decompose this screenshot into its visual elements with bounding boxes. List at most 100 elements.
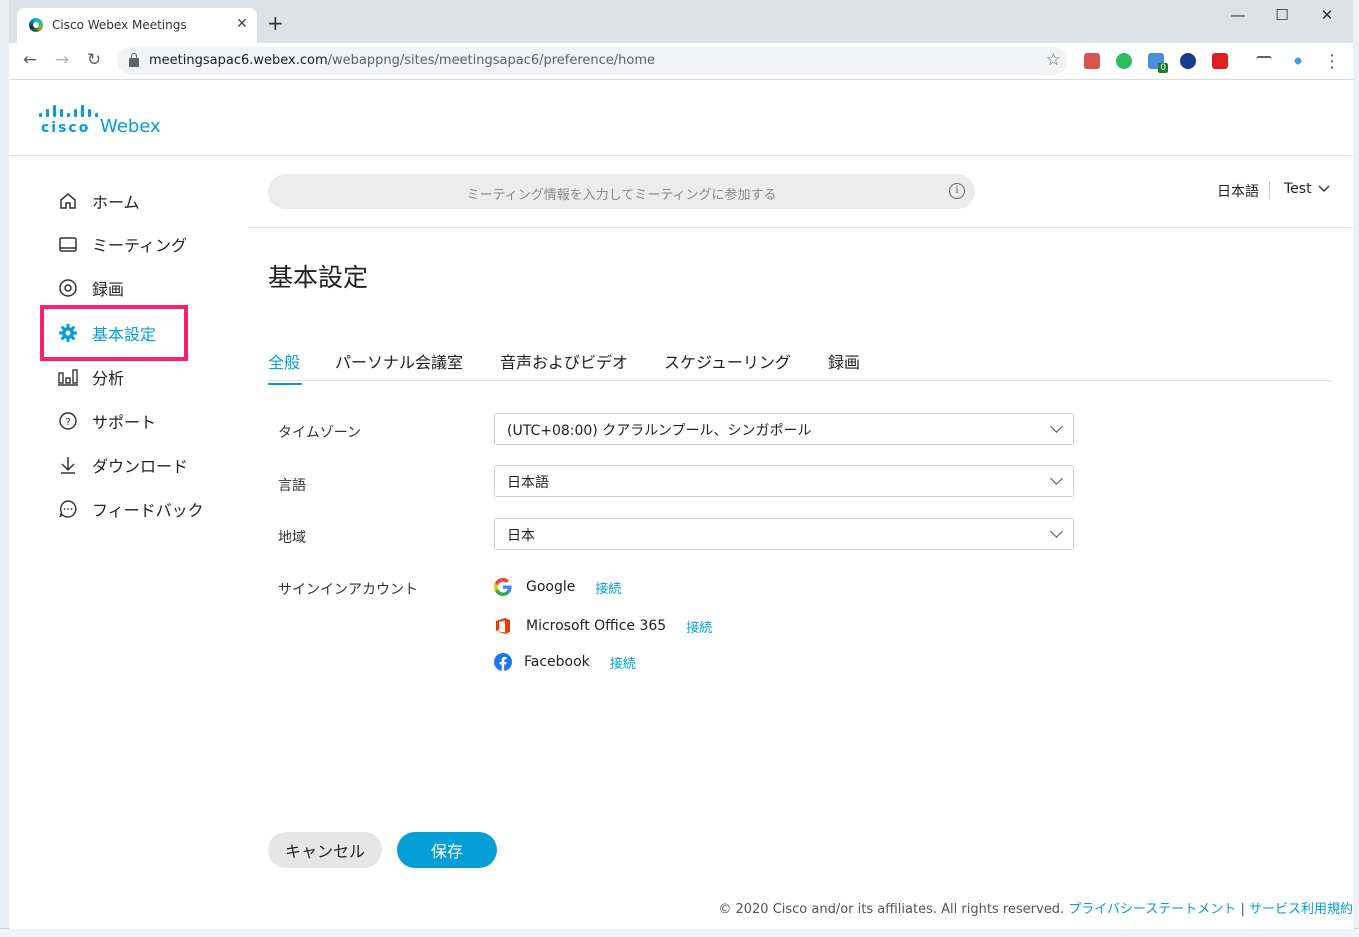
pdf-extension-icon[interactable] — [1084, 53, 1100, 69]
playlist-extension-icon[interactable] — [1256, 56, 1272, 66]
url-text: meetingsapac6.webex.com/webappng/sites/m… — [149, 53, 656, 68]
sidebar-nav: ホーム ミーティング 録画 基本設定 分析 ? サポート ダウンロード フィード… — [9, 156, 248, 929]
download-icon — [57, 454, 79, 476]
header-divider — [1269, 181, 1270, 199]
tab-scheduling[interactable]: スケジューリング — [664, 349, 791, 373]
tab-personal-room[interactable]: パーソナル会議室 — [335, 349, 463, 373]
terms-link[interactable]: サービス利用規約 — [1249, 902, 1353, 917]
sidebar-item-label: ダウンロード — [92, 457, 189, 476]
chevron-down-icon — [1050, 472, 1063, 485]
feedback-icon — [57, 498, 79, 520]
browser-window: Cisco Webex Meetings ✕ + — ☐ ✕ ← → ↻ mee… — [9, 0, 1353, 929]
language-selector[interactable]: 日本語 — [1217, 181, 1259, 201]
language-value: 日本語 — [507, 475, 549, 491]
browser-tab[interactable]: Cisco Webex Meetings ✕ — [17, 8, 257, 43]
tab-close-icon[interactable]: ✕ — [233, 16, 251, 32]
new-tab-button[interactable]: + — [267, 13, 284, 33]
sidebar-item-label: ミーティング — [92, 236, 188, 255]
tab-recording[interactable]: 録画 — [828, 349, 860, 373]
forward-arrow-icon[interactable]: → — [51, 50, 73, 70]
page-title: 基本設定 — [268, 263, 369, 292]
reload-icon[interactable]: ↻ — [83, 50, 105, 70]
back-arrow-icon[interactable]: ← — [19, 50, 41, 70]
google-icon — [494, 578, 512, 596]
browser-titlebar: Cisco Webex Meetings ✕ + — ☐ ✕ — [9, 0, 1353, 43]
preferences-tabs: 全般 パーソナル会議室 音声およびビデオ スケジューリング 録画 — [268, 346, 1332, 385]
maximize-button[interactable]: ☐ — [1267, 6, 1297, 24]
tab-title: Cisco Webex Meetings — [52, 18, 187, 32]
webex-wordmark: Webex — [100, 116, 161, 137]
timezone-select[interactable]: (UTC+08:00) クアラルンプール、シンガポール — [494, 413, 1074, 445]
timezone-label: タイムゾーン — [278, 425, 362, 441]
account-name: Microsoft Office 365 — [526, 618, 667, 634]
browser-menu-icon[interactable]: ⋮ — [1323, 51, 1341, 72]
help-icon: ? — [57, 410, 79, 432]
tab-audio-video[interactable]: 音声およびビデオ — [500, 349, 628, 373]
search-placeholder: ミーティング情報を入力してミーティングに参加する — [466, 188, 777, 203]
tab-general[interactable]: 全般 — [268, 349, 302, 385]
header-divider-line — [248, 227, 1353, 228]
join-meeting-search-input[interactable]: ミーティング情報を入力してミーティングに参加する i — [268, 174, 975, 209]
region-label: 地域 — [278, 530, 306, 546]
svg-text:?: ? — [65, 417, 70, 428]
close-window-button[interactable]: ✕ — [1312, 6, 1342, 24]
cisco-wordmark: cisco — [41, 120, 91, 136]
evernote-extension-icon[interactable] — [1116, 53, 1132, 69]
meetings-icon — [57, 233, 79, 255]
sidebar-item-support[interactable]: ? サポート — [57, 408, 156, 434]
account-name: Google — [526, 579, 576, 595]
language-select[interactable]: 日本語 — [494, 465, 1074, 497]
privacy-link[interactable]: プライバシーステートメント — [1068, 902, 1236, 917]
copyright-text: © 2020 Cisco and/or its affiliates. All … — [718, 902, 1065, 917]
user-menu[interactable]: Test — [1284, 181, 1330, 197]
office365-icon — [496, 618, 510, 634]
sidebar-item-analytics[interactable]: 分析 — [57, 364, 124, 390]
home-icon — [57, 190, 79, 212]
connect-office365-link[interactable]: 接続 — [686, 617, 712, 636]
connect-facebook-link[interactable]: 接続 — [610, 653, 636, 672]
sidebar-item-recordings[interactable]: 録画 — [57, 275, 124, 301]
extension-badge-icon[interactable]: 0 — [1148, 53, 1168, 73]
sidebar-item-home[interactable]: ホーム — [57, 188, 140, 214]
timezone-value: (UTC+08:00) クアラルンプール、シンガポール — [507, 423, 812, 439]
language-label: 言語 — [278, 478, 306, 494]
address-bar[interactable]: meetingsapac6.webex.com/webappng/sites/m… — [117, 47, 1067, 75]
analytics-icon — [57, 366, 79, 388]
facebook-icon — [494, 653, 512, 671]
m-extension-icon[interactable] — [1180, 53, 1196, 69]
info-icon[interactable]: i — [949, 183, 965, 199]
sidebar-item-meetings[interactable]: ミーティング — [57, 231, 187, 257]
cisco-logo-icon — [39, 103, 98, 117]
active-tab-indicator — [268, 383, 302, 385]
user-name: Test — [1284, 181, 1312, 197]
cancel-button[interactable]: キャンセル — [268, 832, 382, 868]
bookmark-star-icon[interactable]: ☆ — [1046, 50, 1061, 70]
sidebar-item-download[interactable]: ダウンロード — [57, 452, 188, 478]
connect-google-link[interactable]: 接続 — [595, 578, 621, 597]
account-row-office365: Microsoft Office 365 接続 — [494, 615, 712, 637]
annotation-highlight-box — [40, 305, 188, 361]
recording-icon — [57, 277, 79, 299]
sidebar-item-label: サポート — [92, 413, 157, 432]
minimize-button[interactable]: — — [1223, 6, 1253, 24]
region-select[interactable]: 日本 — [494, 518, 1074, 550]
footer-separator: | — [1240, 902, 1245, 917]
red-extension-icon[interactable] — [1212, 53, 1228, 69]
signin-accounts-label: サインインアカウント — [278, 582, 418, 598]
footer: © 2020 Cisco and/or its affiliates. All … — [718, 898, 1353, 917]
sidebar-item-feedback[interactable]: フィードバック — [57, 496, 204, 522]
chevron-down-icon — [1318, 185, 1330, 192]
account-row-google: Google 接続 — [494, 576, 621, 598]
sparkle-extension-icon[interactable] — [1290, 53, 1306, 69]
account-row-facebook: Facebook 接続 — [494, 651, 636, 673]
main-content: ミーティング情報を入力してミーティングに参加する i 日本語 Test 基本設定… — [248, 156, 1353, 929]
region-value: 日本 — [507, 528, 535, 544]
webex-favicon-icon — [29, 18, 43, 32]
save-button[interactable]: 保存 — [397, 832, 497, 868]
chevron-down-icon — [1050, 525, 1063, 538]
sidebar-item-label: 分析 — [92, 369, 125, 388]
chevron-down-icon — [1050, 420, 1063, 433]
desktop-background-right — [1352, 0, 1359, 937]
lock-icon — [129, 53, 139, 67]
sidebar-item-label: ホーム — [92, 193, 140, 212]
